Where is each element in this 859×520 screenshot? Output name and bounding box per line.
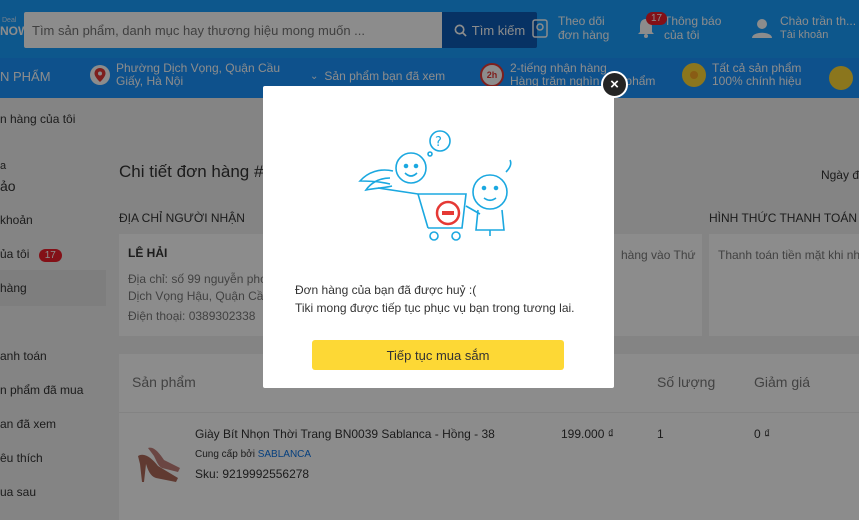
- svg-text:?: ?: [435, 135, 442, 150]
- cancel-message-line1: Đơn hàng của bạn đã được huỷ :(: [295, 283, 477, 297]
- continue-shopping-button[interactable]: Tiếp tục mua sắm: [312, 340, 564, 370]
- cancel-icon: [435, 200, 461, 226]
- close-icon[interactable]: ×: [601, 71, 628, 98]
- order-cancelled-dialog: ? Đơn hàng của bạn đã được huỷ :( Tiki m…: [263, 86, 614, 388]
- cancel-message: Đơn hàng của bạn đã được huỷ :( Tiki mon…: [295, 281, 575, 317]
- cancelled-illustration: ?: [358, 126, 528, 246]
- cancel-message-line2: Tiki mong được tiếp tục phục vụ bạn tron…: [295, 301, 575, 315]
